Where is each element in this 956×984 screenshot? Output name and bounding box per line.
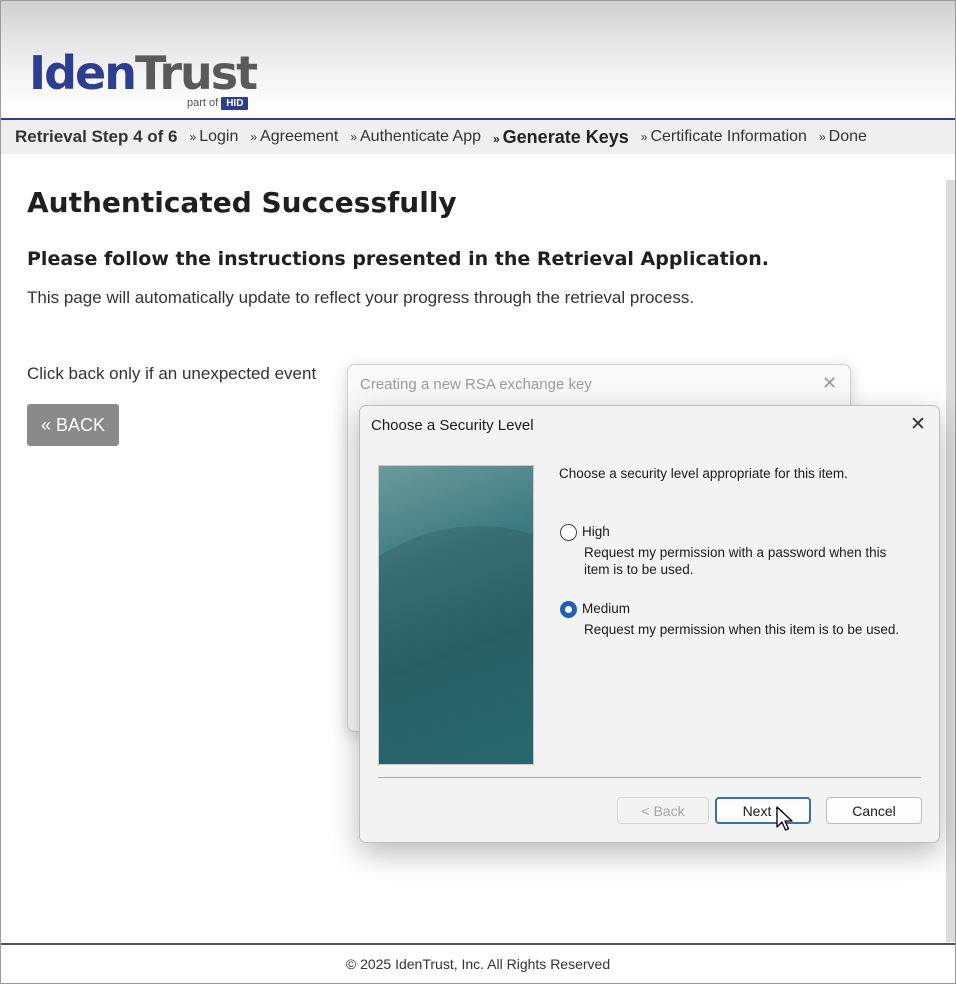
mouse-pointer-icon [776, 806, 793, 831]
back-button[interactable]: « BACK [27, 404, 119, 446]
rsa-key-dialog-title: Creating a new RSA exchange key [360, 376, 592, 393]
step-separator: » [640, 130, 648, 144]
close-icon[interactable]: ✕ [910, 413, 926, 436]
close-icon[interactable]: ✕ [822, 373, 837, 394]
step-agreement: » Agreement [250, 128, 338, 146]
step-done: » Done [819, 128, 867, 146]
page-subtitle: Please follow the instructions presented… [27, 248, 769, 270]
logo-partof: part of [187, 97, 219, 109]
step-separator: » [350, 130, 357, 144]
security-level-dialog: Choose a Security Level ✕ Choose a secur… [359, 405, 940, 843]
step-separator: » [818, 130, 826, 144]
dialog-cancel-button[interactable]: Cancel [826, 797, 922, 824]
page-title: Authenticated Successfully [27, 186, 457, 219]
identrust-logo[interactable]: IdenTrust part of HID [29, 46, 258, 110]
step-label: Generate Keys [502, 126, 629, 147]
dialog-title: Choose a Security Level [371, 417, 534, 434]
step-generate-keys: » Generate Keys [493, 127, 629, 148]
main-content: Authenticated Successfully Please follow… [27, 186, 927, 446]
option-high-label[interactable]: High [582, 524, 610, 539]
step-counter: Retrieval Step 4 of 6 [15, 127, 178, 146]
radio-high[interactable] [560, 524, 577, 541]
step-label: Agreement [260, 128, 339, 145]
logo-wordmark: IdenTrust [29, 46, 258, 100]
dialog-side-image [378, 465, 534, 765]
retrieval-step-bar: Retrieval Step 4 of 6 » Login » Agreement … [1, 120, 955, 154]
step-login: » Login [190, 128, 239, 146]
step-authenticate-app: » Authenticate App [350, 128, 481, 146]
back-note: Click back only if an unexpected event [27, 364, 317, 383]
option-high-description: Request my permission with a password wh… [584, 545, 887, 577]
radio-medium[interactable] [560, 601, 577, 618]
page-description: This page will automatically update to r… [27, 288, 695, 307]
dialog-back-button[interactable]: < Back [617, 797, 709, 824]
logo-subtitle: part of HID [187, 97, 249, 110]
page-scrollbar[interactable] [946, 180, 955, 942]
footer-copyright: © 2025 IdenTrust, Inc. All Rights Reserv… [345, 956, 611, 972]
option-medium-description: Request my permission when this item is … [584, 622, 900, 637]
step-certificate-information: » Certificate Information [641, 128, 807, 146]
dialog-next-button[interactable]: Next > [715, 797, 811, 824]
step-label: Done [828, 128, 867, 145]
dialog-prompt: Choose a security level appropriate for … [559, 466, 848, 481]
step-separator: » [492, 131, 500, 146]
logo-iden: Iden [29, 46, 137, 100]
logo-trust: Trust [135, 46, 258, 100]
step-separator: » [250, 130, 258, 144]
dialog-divider [378, 777, 921, 778]
site-header: IdenTrust part of HID [1, 1, 955, 118]
option-medium-label[interactable]: Medium [582, 601, 630, 616]
step-separator: » [189, 130, 197, 144]
step-label: Login [199, 128, 239, 145]
step-label: Certificate Information [650, 128, 807, 145]
step-label: Authenticate App [360, 128, 481, 145]
hid-badge: HID [221, 97, 249, 110]
